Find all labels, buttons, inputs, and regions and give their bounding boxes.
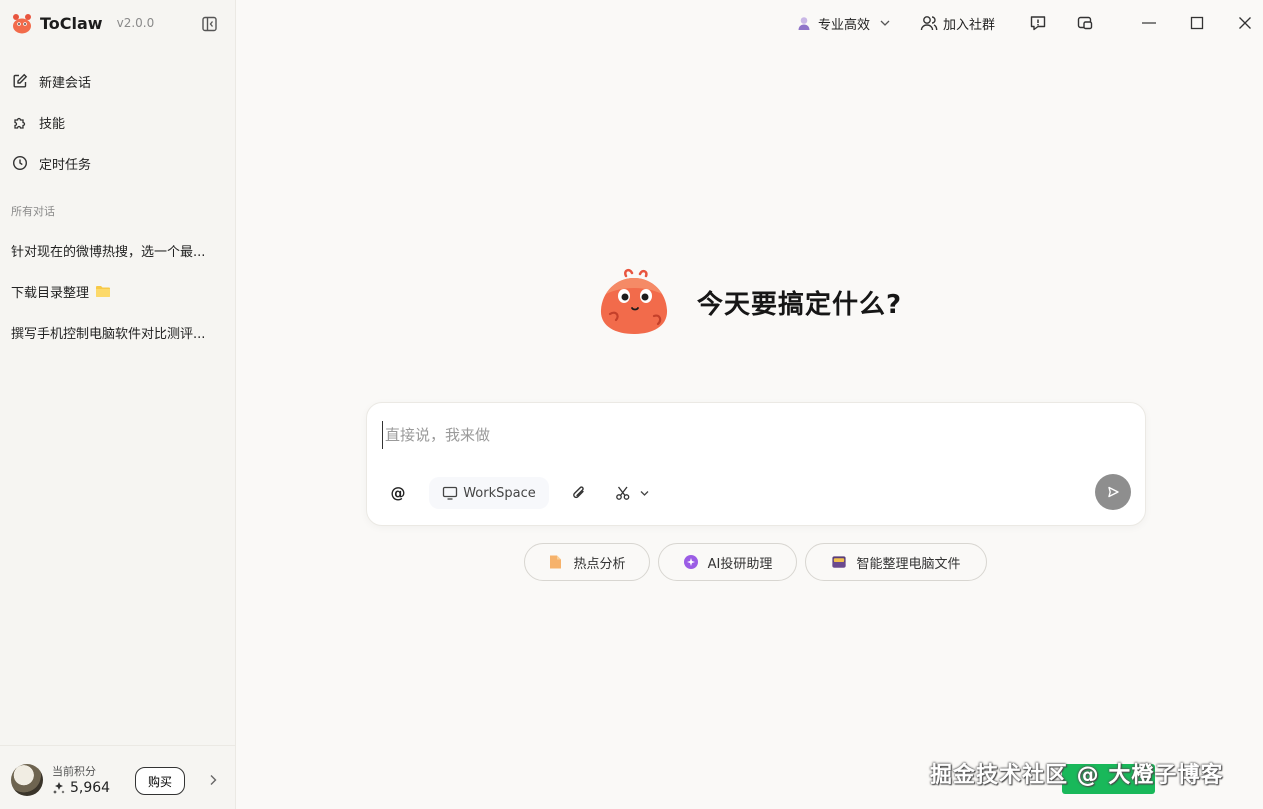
join-community-button[interactable]: 加入社群 (920, 10, 995, 36)
maximize-button[interactable] (1182, 10, 1212, 36)
brand: ToClaw v2.0.0 (10, 10, 154, 36)
sparkle-icon (683, 554, 699, 570)
toclaw-logo-icon (13, 14, 31, 34)
nav-skills[interactable]: 技能 (6, 105, 228, 139)
mode-label: 专业高效 (818, 17, 871, 33)
nav-scheduled-tasks[interactable]: 定时任务 (6, 146, 228, 180)
all-conversations-title: 所有对话 (11, 205, 55, 218)
suggestion-chip-organize-files[interactable]: 智能整理电脑文件 (805, 543, 987, 581)
conversation-item[interactable]: 下载目录整理 (6, 275, 228, 307)
chip-label: 智能整理电脑文件 (856, 556, 961, 572)
suggestion-chip-hot-topics[interactable]: 热点分析 (524, 543, 650, 581)
app-version: v2.0.0 (116, 16, 155, 30)
mention-button[interactable]: @ (385, 477, 411, 509)
workspace-label: WorkSpace (463, 485, 536, 501)
chip-label: AI投研助理 (707, 556, 773, 572)
points-display: 5,964 (52, 780, 110, 796)
minimize-button[interactable] (1134, 10, 1164, 36)
users-icon (920, 14, 938, 32)
conversation-title: 撰写手机控制电脑软件对比测评... (11, 326, 206, 342)
feedback-icon[interactable] (1023, 10, 1053, 36)
chevron-down-icon (876, 14, 894, 32)
points-value: 5,964 (70, 780, 111, 796)
chip-label: 热点分析 (573, 556, 626, 572)
folder-icon (95, 284, 111, 298)
hero-title: 今天要搞定什么? (697, 290, 903, 320)
send-button[interactable] (1095, 474, 1131, 510)
close-button[interactable] (1230, 10, 1260, 36)
attach-icon[interactable] (567, 477, 591, 509)
nav-new-chat[interactable]: 新建会话 (6, 64, 228, 98)
suggestion-chip-ai-research[interactable]: AI投研助理 (658, 543, 797, 581)
chevron-right-icon[interactable] (206, 773, 220, 787)
mascot-illustration (600, 268, 668, 334)
workspace-button[interactable]: WorkSpace (429, 477, 549, 509)
prompt-card: @ WorkSpace (366, 402, 1146, 526)
nav-skills-label: 技能 (39, 116, 66, 132)
avatar[interactable] (11, 764, 43, 796)
scissors-dropdown[interactable] (610, 477, 654, 509)
conversation-title: 针对现在的微博热搜，选一个最... (11, 244, 206, 260)
join-community-label: 加入社群 (943, 17, 996, 33)
conversation-title: 下载目录整理 (11, 285, 90, 301)
sidebar-footer: 当前积分 5,964 购买 (0, 745, 236, 809)
sidebar: ToClaw v2.0.0 新建会话 技能 定时任务 所有对话 针对现在的微博热… (0, 0, 236, 809)
chevron-down-icon (640, 490, 648, 496)
document-icon (548, 554, 564, 570)
nav-new-chat-label: 新建会话 (39, 75, 92, 91)
folder-icon (831, 554, 847, 570)
points-label: 当前积分 (52, 765, 96, 778)
prompt-input[interactable] (382, 421, 1122, 449)
points-icon (53, 782, 65, 794)
scissors-icon (615, 486, 629, 500)
sidebar-collapse-icon[interactable] (201, 15, 219, 33)
nav-scheduled-tasks-label: 定时任务 (39, 157, 92, 173)
clock-icon (11, 154, 29, 172)
buy-button[interactable]: 购买 (135, 767, 185, 795)
puzzle-icon (11, 113, 29, 131)
send-icon (1108, 486, 1119, 498)
user-avatar-icon (795, 14, 813, 32)
conversation-item[interactable]: 针对现在的微博热搜，选一个最... (6, 234, 228, 266)
watermark-text: 掘金技术社区 @ 大橙子博客 (930, 763, 1224, 788)
monitor-icon (442, 485, 458, 501)
edit-icon (11, 72, 29, 90)
app-name: ToClaw (40, 13, 103, 33)
mode-selector[interactable]: 专业高效 (795, 10, 894, 36)
window-switch-icon[interactable] (1070, 10, 1100, 36)
conversation-item[interactable]: 撰写手机控制电脑软件对比测评... (6, 316, 228, 348)
